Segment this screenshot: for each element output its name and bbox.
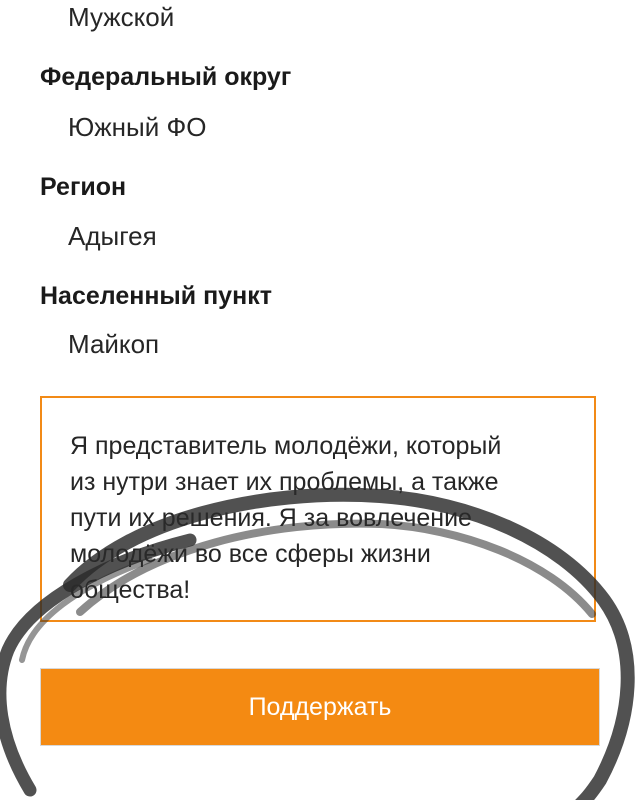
statement-line: общества! [70,576,191,604]
support-button[interactable]: Поддержать [40,668,600,746]
gender-value: Мужской [68,2,175,32]
candidate-profile-page: Мужской Федеральный округ Южный ФО Регио… [0,0,640,800]
statement-line: молодёжи во все сферы жизни [70,540,431,568]
statement-box: Я представитель молодёжи, который из нут… [40,396,596,622]
federal-district-label: Федеральный округ [40,63,292,91]
locality-label: Населенный пункт [40,282,272,310]
statement-line: из нутри знает их проблемы, а также [70,468,499,496]
region-value: Адыгея [68,221,157,251]
statement-line: пути их решения. Я за вовлечение [70,504,472,532]
statement-text: Я представитель молодёжи, который из нут… [70,428,568,608]
locality-value: Майкоп [68,329,160,359]
statement-line: Я представитель молодёжи, который [70,432,502,460]
federal-district-value: Южный ФО [68,112,207,142]
region-label: Регион [40,173,127,201]
